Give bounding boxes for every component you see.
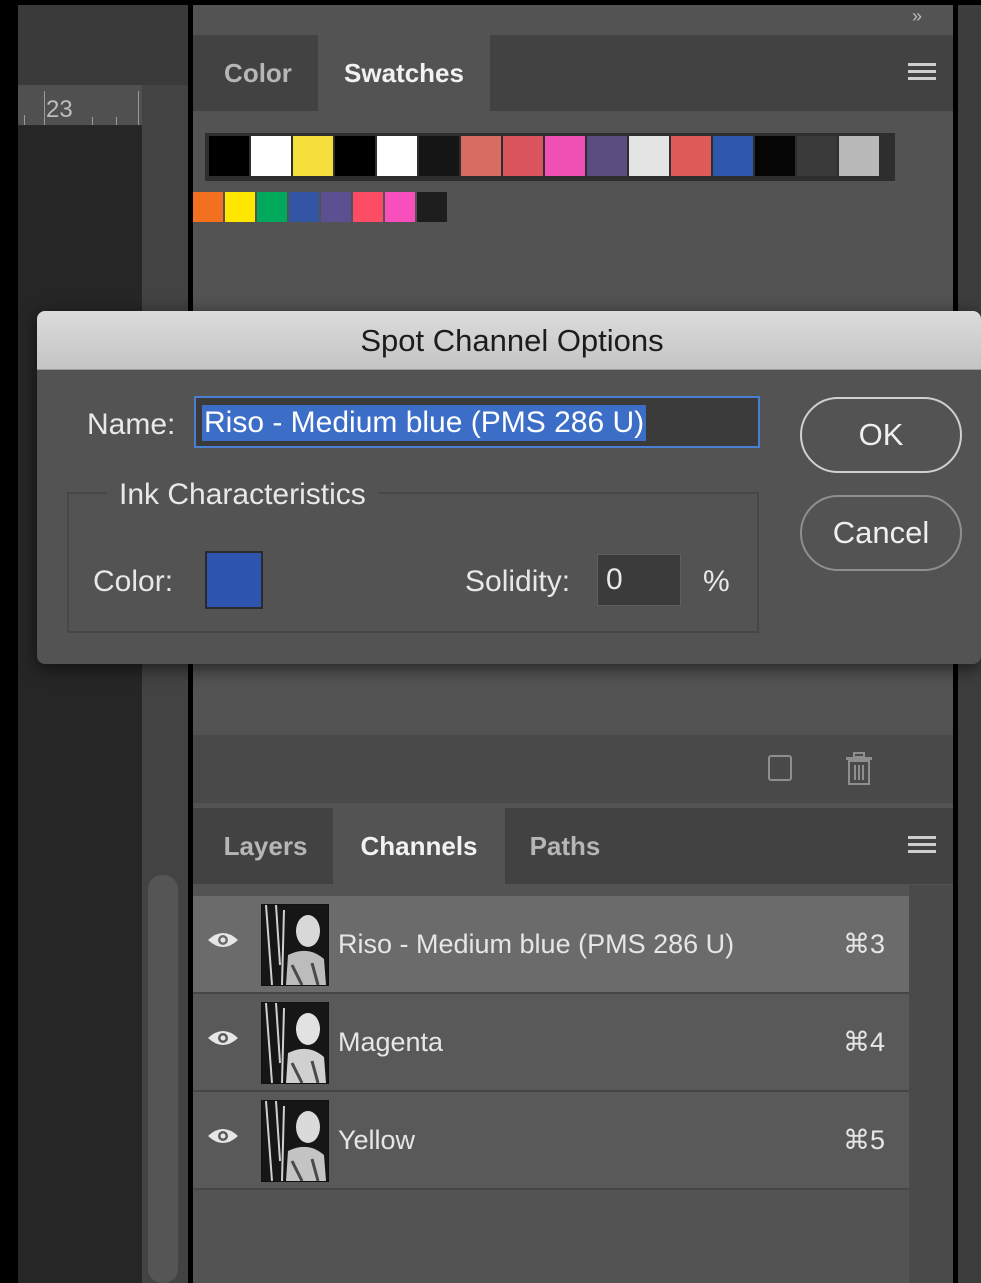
document-canvas[interactable]: [18, 126, 142, 1283]
cancel-button[interactable]: Cancel: [800, 495, 962, 571]
color-swatch[interactable]: [209, 136, 249, 176]
tab-layers[interactable]: Layers: [198, 808, 333, 884]
color-swatch[interactable]: [257, 192, 287, 222]
tab-swatches[interactable]: Swatches: [318, 35, 490, 111]
panel-menu-icon[interactable]: [908, 63, 936, 84]
visibility-eye-icon[interactable]: [207, 930, 239, 950]
channels-scrollbar-track[interactable]: [909, 885, 953, 1283]
color-swatch[interactable]: [335, 136, 375, 176]
swatches-panel-footer: [193, 735, 953, 803]
color-swatch[interactable]: [713, 136, 753, 176]
channel-shortcut: ⌘5: [842, 1125, 885, 1155]
color-swatch[interactable]: [251, 136, 291, 176]
color-swatch[interactable]: [193, 192, 223, 222]
channel-thumbnail: [261, 1002, 329, 1084]
channel-name: Magenta: [338, 1027, 444, 1057]
color-swatch[interactable]: [353, 192, 383, 222]
channels-list-empty-area: [193, 1190, 909, 1283]
color-swatch[interactable]: [417, 192, 447, 222]
channel-row[interactable]: Riso - Medium blue (PMS 286 U) ⌘3: [193, 896, 909, 994]
collapse-panels-icon[interactable]: »: [912, 6, 922, 27]
solidity-label: Solidity:: [465, 565, 571, 598]
color-swatch[interactable]: [587, 136, 627, 176]
color-label: Color:: [93, 565, 174, 598]
color-swatch[interactable]: [289, 192, 319, 222]
color-swatch[interactable]: [797, 136, 837, 176]
color-swatch[interactable]: [419, 136, 459, 176]
ink-characteristics-label: Ink Characteristics: [107, 478, 378, 512]
percent-label: %: [703, 565, 730, 598]
color-swatch[interactable]: [755, 136, 795, 176]
solidity-input[interactable]: 0: [597, 554, 681, 606]
color-swatch[interactable]: [385, 192, 415, 222]
color-swatch[interactable]: [321, 192, 351, 222]
tab-channels[interactable]: Channels: [333, 808, 505, 884]
channel-shortcut: ⌘3: [842, 929, 885, 959]
dialog-title: Spot Channel Options: [360, 323, 664, 358]
tab-color[interactable]: Color: [198, 35, 318, 111]
swatch-row-secondary: [193, 192, 447, 224]
workspace-toolbar-area: [18, 5, 188, 85]
channels-panel-tabbar: Layers Channels Paths: [193, 808, 953, 884]
tab-paths[interactable]: Paths: [505, 808, 625, 884]
trash-icon[interactable]: [844, 752, 874, 786]
channel-shortcut: ⌘4: [842, 1027, 885, 1057]
visibility-eye-icon[interactable]: [207, 1028, 239, 1048]
ok-button[interactable]: OK: [800, 397, 962, 473]
ink-color-swatch[interactable]: [205, 551, 263, 609]
new-swatch-icon[interactable]: [768, 755, 792, 781]
color-swatch[interactable]: [377, 136, 417, 176]
channel-row[interactable]: Yellow ⌘5: [193, 1092, 909, 1190]
color-swatch[interactable]: [461, 136, 501, 176]
ruler-label: 23: [46, 96, 73, 123]
workspace-scrollbar[interactable]: [148, 875, 178, 1283]
channel-row[interactable]: Magenta ⌘4: [193, 994, 909, 1092]
spot-channel-options-dialog: Spot Channel Options Name: Riso - Medium…: [37, 311, 981, 664]
channel-thumbnail: [261, 1100, 329, 1182]
swatch-row-primary: [205, 133, 895, 181]
channels-panel-menu-icon[interactable]: [908, 836, 936, 857]
channel-name: Yellow: [338, 1125, 416, 1155]
visibility-eye-icon[interactable]: [207, 1126, 239, 1146]
color-swatch[interactable]: [293, 136, 333, 176]
horizontal-ruler: [18, 85, 142, 126]
channel-name: Riso - Medium blue (PMS 286 U): [338, 929, 735, 959]
color-swatch[interactable]: [503, 136, 543, 176]
name-label: Name:: [87, 408, 176, 441]
color-swatch[interactable]: [671, 136, 711, 176]
swatches-panel-tabbar: Color Swatches: [193, 35, 953, 111]
color-swatch[interactable]: [545, 136, 585, 176]
channel-name-value: Riso - Medium blue (PMS 286 U): [202, 405, 647, 441]
channel-thumbnail: [261, 904, 329, 986]
color-swatch[interactable]: [839, 136, 879, 176]
color-swatch[interactable]: [629, 136, 669, 176]
color-swatch[interactable]: [225, 192, 255, 222]
channel-name-input[interactable]: Riso - Medium blue (PMS 286 U): [194, 396, 760, 448]
